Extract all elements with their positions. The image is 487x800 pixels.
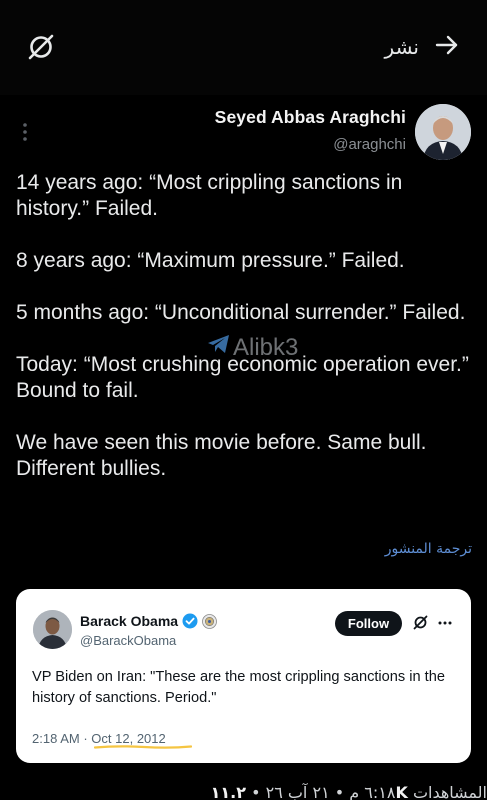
government-seal-icon [202, 613, 217, 629]
quoted-time: 2:18 AM [32, 731, 80, 746]
quoted-text: VP Biden on Iran: "These are the most cr… [32, 669, 445, 706]
watermark: Alibk3 [207, 333, 298, 362]
share-label: نشر [384, 35, 419, 59]
quoted-name-row: Barack Obama [80, 613, 217, 629]
tweet-author[interactable]: Seyed Abbas Araghchi @araghchi [215, 107, 406, 153]
watermark-text: Alibk3 [233, 333, 299, 361]
telegram-icon [207, 333, 231, 362]
quoted-name[interactable]: Barack Obama [80, 613, 178, 629]
translate-post-link[interactable]: ترجمة المنشور [385, 541, 472, 557]
x-logo-icon[interactable] [412, 614, 429, 631]
tweet-paragraph: 8 years ago: “Maximum pressure.” Failed. [16, 249, 405, 272]
tweet-paragraph: 14 years ago: “Most crippling sanctions … [16, 171, 403, 220]
post-meta: ٦:١٨ م ‏• ٢١ آب ٢٦ • ١١.٢K المشاهدات [0, 783, 487, 800]
quoted-avatar[interactable] [33, 610, 72, 649]
top-bar: نشر [0, 0, 487, 95]
highlight-underline [94, 744, 192, 750]
x-logo-slashed-icon[interactable] [24, 30, 58, 64]
post-time-date: ٦:١٨ م ‏• ٢١ آب ٢٦ • [251, 783, 396, 800]
follow-button[interactable]: Follow [335, 611, 402, 636]
views-label: المشاهدات [412, 783, 487, 800]
tweet-paragraph: 5 months ago: “Unconditional surrender.”… [16, 301, 466, 324]
quoted-handle: @BarackObama [80, 633, 177, 648]
author-name[interactable]: Seyed Abbas Araghchi [215, 107, 406, 128]
arrow-right-icon [433, 31, 461, 64]
avatar[interactable] [415, 104, 471, 160]
verified-badge-icon [182, 613, 198, 629]
share-button[interactable]: نشر [385, 32, 461, 62]
quoted-tweet-card[interactable]: Barack Obama @BarackObama Follow VP Bide… [16, 589, 471, 763]
author-handle: @araghchi [333, 136, 406, 153]
more-options-icon[interactable] [18, 120, 32, 144]
separator-dot: · [83, 731, 88, 746]
more-horizontal-icon[interactable] [437, 616, 453, 630]
tweet-paragraph: We have seen this movie before. Same bul… [16, 431, 427, 480]
